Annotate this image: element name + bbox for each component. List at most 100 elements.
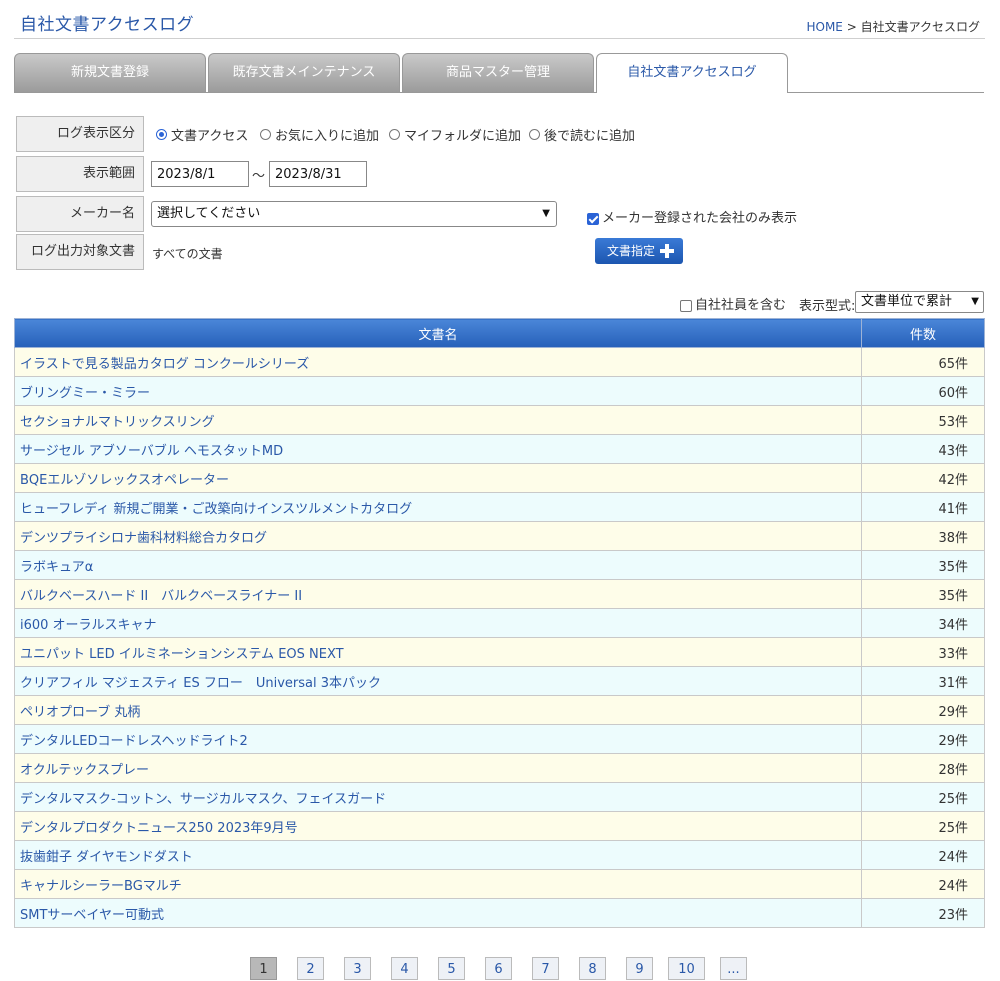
document-name-link[interactable]: クリアフィル マジェスティ ES フロー Universal 3本パック (14, 666, 862, 696)
date-to-input[interactable]: 2023/8/31 (269, 161, 367, 187)
target-document-label: ログ出力対象文書 (16, 234, 144, 270)
access-count: 38件 (861, 521, 985, 551)
include-employees-option[interactable]: 自社社員を含む (680, 294, 786, 313)
document-name-link[interactable]: デンタルプロダクトニュース250 2023年9月号 (14, 811, 862, 841)
document-name-link[interactable]: ヒューフレディ 新規ご開業・ご改築向けインスツルメントカタログ (14, 492, 862, 522)
table-row: BQEエルゾソレックスオペレーター 42件 (14, 463, 985, 493)
document-name-link[interactable]: ペリオプローブ 丸柄 (14, 695, 862, 725)
radio-favorite-added[interactable]: お気に入りに追加 (260, 125, 379, 144)
tab-bar: 新規文書登録 既存文書メインテナンス 商品マスター管理 自社文書アクセスログ (14, 53, 984, 93)
breadcrumb-current: 自社文書アクセスログ (860, 20, 980, 34)
radio-document-access[interactable]: 文書アクセス (156, 125, 248, 144)
table-header-row: 文書名 件数 (14, 318, 985, 348)
access-count: 42件 (861, 463, 985, 493)
table-row: ヒューフレディ 新規ご開業・ご改築向けインスツルメントカタログ 41件 (14, 492, 985, 522)
page-5-button[interactable]: 5 (438, 957, 465, 980)
document-name-link[interactable]: オクルテックスプレー (14, 753, 862, 783)
table-row: オクルテックスプレー 28件 (14, 753, 985, 783)
radio-myfolder-added[interactable]: マイフォルダに追加 (389, 125, 521, 144)
document-name-link[interactable]: セクショナルマトリックスリング (14, 405, 862, 435)
chevron-down-icon: ▼ (971, 296, 979, 307)
breadcrumb-home-link[interactable]: HOME (806, 20, 842, 34)
specify-document-label: 文書指定 (607, 244, 656, 258)
date-from-input[interactable]: 2023/8/1 (151, 161, 249, 187)
document-name-link[interactable]: デンツプライシロナ歯科材料総合カタログ (14, 521, 862, 551)
checkbox-label: 自社社員を含む (695, 298, 787, 313)
checkbox-unchecked-icon[interactable] (680, 299, 692, 312)
document-name-link[interactable]: ラボキュアα (14, 550, 862, 580)
document-name-link[interactable]: サージセル アブソーバブル ヘモスタットMD (14, 434, 862, 464)
target-document-value: すべての文書 (152, 247, 223, 261)
page-header: 自社文書アクセスログ HOME > 自社文書アクセスログ (14, 0, 985, 39)
column-header-document-name[interactable]: 文書名 (14, 318, 862, 348)
log-type-label: ログ表示区分 (16, 116, 144, 152)
document-name-link[interactable]: ユニパット LED イルミネーションシステム EOS NEXT (14, 637, 862, 667)
page-7-button[interactable]: 7 (532, 957, 559, 980)
page-3-button[interactable]: 3 (344, 957, 371, 980)
document-name-link[interactable]: i600 オーラルスキャナ (14, 608, 862, 638)
table-row: サージセル アブソーバブル ヘモスタットMD 43件 (14, 434, 985, 464)
breadcrumb: HOME > 自社文書アクセスログ (806, 18, 980, 35)
table-row: i600 オーラルスキャナ 34件 (14, 608, 985, 638)
radio-label: マイフォルダに追加 (404, 129, 522, 144)
access-count: 43件 (861, 434, 985, 464)
page-2-button[interactable]: 2 (297, 957, 324, 980)
page-4-button[interactable]: 4 (391, 957, 418, 980)
access-log-table: 文書名 件数 イラストで見る製品カタログ コンクールシリーズ 65件 ブリングミー・… (14, 318, 985, 928)
pagination: 1 2 3 4 5 6 7 8 9 10 ... (0, 957, 1000, 980)
page-9-button[interactable]: 9 (626, 957, 653, 980)
target-document-row: ログ出力対象文書 すべての文書 文書指定 (16, 234, 984, 270)
access-count: 33件 (861, 637, 985, 667)
page-more-button[interactable]: ... (720, 957, 747, 980)
radio-label: 後で読むに追加 (544, 129, 636, 144)
tab-access-log[interactable]: 自社文書アクセスログ (596, 53, 788, 93)
tab-document-maintenance[interactable]: 既存文書メインテナンス (208, 53, 400, 92)
maker-label: メーカー名 (16, 196, 144, 232)
tab-new-document[interactable]: 新規文書登録 (14, 53, 206, 92)
table-row: ブリングミー・ミラー 60件 (14, 376, 985, 406)
page-6-button[interactable]: 6 (485, 957, 512, 980)
table-row: ユニパット LED イルミネーションシステム EOS NEXT 33件 (14, 637, 985, 667)
display-format-select[interactable]: 文書単位で累計 ▼ (855, 291, 984, 313)
page-8-button[interactable]: 8 (579, 957, 606, 980)
checkbox-checked-icon[interactable] (587, 212, 599, 225)
display-options-bar: 自社社員を含む 表示型式: 文書単位で累計 ▼ (14, 291, 984, 315)
table-row: クリアフィル マジェスティ ES フロー Universal 3本パック 31件 (14, 666, 985, 696)
document-name-link[interactable]: イラストで見る製品カタログ コンクールシリーズ (14, 347, 862, 377)
chevron-down-icon: ▼ (542, 208, 550, 219)
radio-read-later-added[interactable]: 後で読むに追加 (529, 125, 635, 144)
document-name-link[interactable]: BQEエルゾソレックスオペレーター (14, 463, 862, 493)
tab-product-master[interactable]: 商品マスター管理 (402, 53, 594, 92)
table-row: デンタルLEDコードレスヘッドライト2 29件 (14, 724, 985, 754)
radio-label: お気に入りに追加 (275, 129, 380, 144)
access-count: 31件 (861, 666, 985, 696)
document-name-link[interactable]: キャナルシーラーBGマルチ (14, 869, 862, 899)
access-count: 34件 (861, 608, 985, 638)
column-header-count[interactable]: 件数 (861, 318, 985, 348)
document-name-link[interactable]: デンタルマスク-コットン、サージカルマスク、フェイスガード (14, 782, 862, 812)
radio-label: 文書アクセス (171, 129, 249, 144)
document-name-link[interactable]: 抜歯鉗子 ダイヤモンドダスト (14, 840, 862, 870)
checkbox-label: メーカー登録された会社のみ表示 (602, 211, 798, 226)
access-count: 24件 (861, 869, 985, 899)
table-row: デンツプライシロナ歯科材料総合カタログ 38件 (14, 521, 985, 551)
specify-document-button[interactable]: 文書指定 (595, 238, 683, 264)
access-count: 29件 (861, 724, 985, 754)
log-type-row: ログ表示区分 文書アクセス お気に入りに追加 マイフォルダに追加 後で読むに追加 (16, 116, 984, 152)
date-range-separator: ～ (252, 169, 266, 184)
document-name-link[interactable]: SMTサーベイヤー可動式 (14, 898, 862, 928)
document-name-link[interactable]: ブリングミー・ミラー (14, 376, 862, 406)
access-count: 29件 (861, 695, 985, 725)
access-count: 24件 (861, 840, 985, 870)
access-count: 25件 (861, 782, 985, 812)
page-1-button[interactable]: 1 (250, 957, 277, 980)
date-range-label: 表示範囲 (16, 156, 144, 192)
radio-unselected-icon (529, 129, 540, 140)
table-row: デンタルマスク-コットン、サージカルマスク、フェイスガード 25件 (14, 782, 985, 812)
maker-registered-only-option[interactable]: メーカー登録された会社のみ表示 (587, 207, 797, 226)
maker-select[interactable]: 選択してください ▼ (151, 201, 557, 227)
document-name-link[interactable]: デンタルLEDコードレスヘッドライト2 (14, 724, 862, 754)
document-name-link[interactable]: バルクベースハード II バルクベースライナー II (14, 579, 862, 609)
page-10-button[interactable]: 10 (668, 957, 705, 980)
page-title: 自社文書アクセスログ (20, 15, 195, 35)
